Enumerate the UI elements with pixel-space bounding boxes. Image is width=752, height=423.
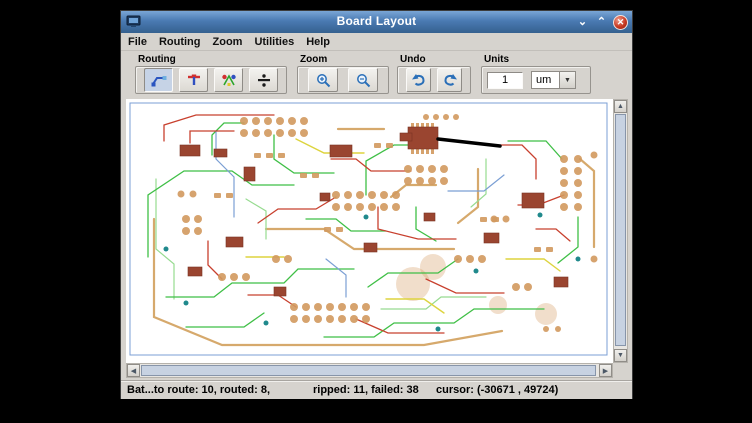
cursor-position-text: cursor: (-30671 , 49724) [436,384,558,396]
delete-route-tool-button[interactable] [179,68,208,92]
routing-group-label: Routing [135,53,287,66]
menu-routing[interactable]: Routing [159,35,209,49]
undo-group: Undo [397,53,471,94]
undo-icon [411,73,427,87]
via-tool-button[interactable] [249,68,278,92]
zoom-in-icon [316,73,331,88]
scroll-down-button[interactable]: ▼ [614,349,627,362]
minimize-button[interactable]: ⌄ [575,15,590,30]
scroll-right-button[interactable]: ▶ [599,364,612,377]
units-group: Units um ▼ [481,53,591,94]
horizontal-scroll-thumb[interactable] [141,365,596,376]
menu-zoom[interactable]: Zoom [213,35,251,49]
net-tool-button[interactable] [214,68,243,92]
scrollbar-corner [613,363,628,378]
titlebar[interactable]: Board Layout ⌄ ⌃ ✕ [121,11,632,33]
delete-route-tool-icon [186,73,202,87]
route-tool-button[interactable] [144,68,173,92]
zoom-group: Zoom [297,53,389,94]
pcb-artwork [126,99,613,363]
route-tool-icon [151,73,167,87]
horizontal-scrollbar[interactable]: ◀ ▶ [126,363,613,378]
zoom-out-icon [356,73,371,88]
units-dropdown[interactable]: um ▼ [531,71,576,89]
units-dropdown-value: um [531,71,559,89]
zoom-out-button[interactable] [348,68,378,92]
scroll-up-button[interactable]: ▲ [614,100,627,113]
undo-group-label: Undo [397,53,471,66]
vertical-scroll-thumb[interactable] [615,114,626,346]
routing-group: Routing [135,53,287,94]
net-tool-icon [221,73,237,87]
board-layout-window: Board Layout ⌄ ⌃ ✕ File Routing Zoom Uti… [120,10,633,399]
vertical-scrollbar[interactable]: ▲ ▼ [613,99,628,363]
undo-button[interactable] [406,68,431,92]
menubar: File Routing Zoom Utilities Help [121,33,632,51]
rip-stats-text: ripped: 11, failed: 38 [313,384,419,396]
menu-file[interactable]: File [128,35,155,49]
units-group-label: Units [481,53,591,66]
menu-help[interactable]: Help [306,35,338,49]
window-title: Board Layout [121,14,632,28]
menu-utilities[interactable]: Utilities [254,35,302,49]
via-tool-icon [256,73,272,87]
zoom-in-region-button[interactable] [308,68,338,92]
maximize-button[interactable]: ⌃ [594,15,609,30]
zoom-group-label: Zoom [297,53,389,66]
statusbar: Bat...to route: 10, routed: 8, ripped: 1… [121,380,632,399]
board-canvas[interactable] [126,99,613,363]
toolbar: Routing [121,51,632,99]
redo-icon [442,73,458,87]
route-stats-text: Bat...to route: 10, routed: 8, [127,384,270,396]
scroll-left-button[interactable]: ◀ [127,364,140,377]
redo-button[interactable] [437,68,462,92]
chevron-down-icon[interactable]: ▼ [559,71,576,89]
units-value-input[interactable] [487,72,523,89]
highlighted-chip [408,127,438,149]
close-button[interactable]: ✕ [613,15,628,30]
